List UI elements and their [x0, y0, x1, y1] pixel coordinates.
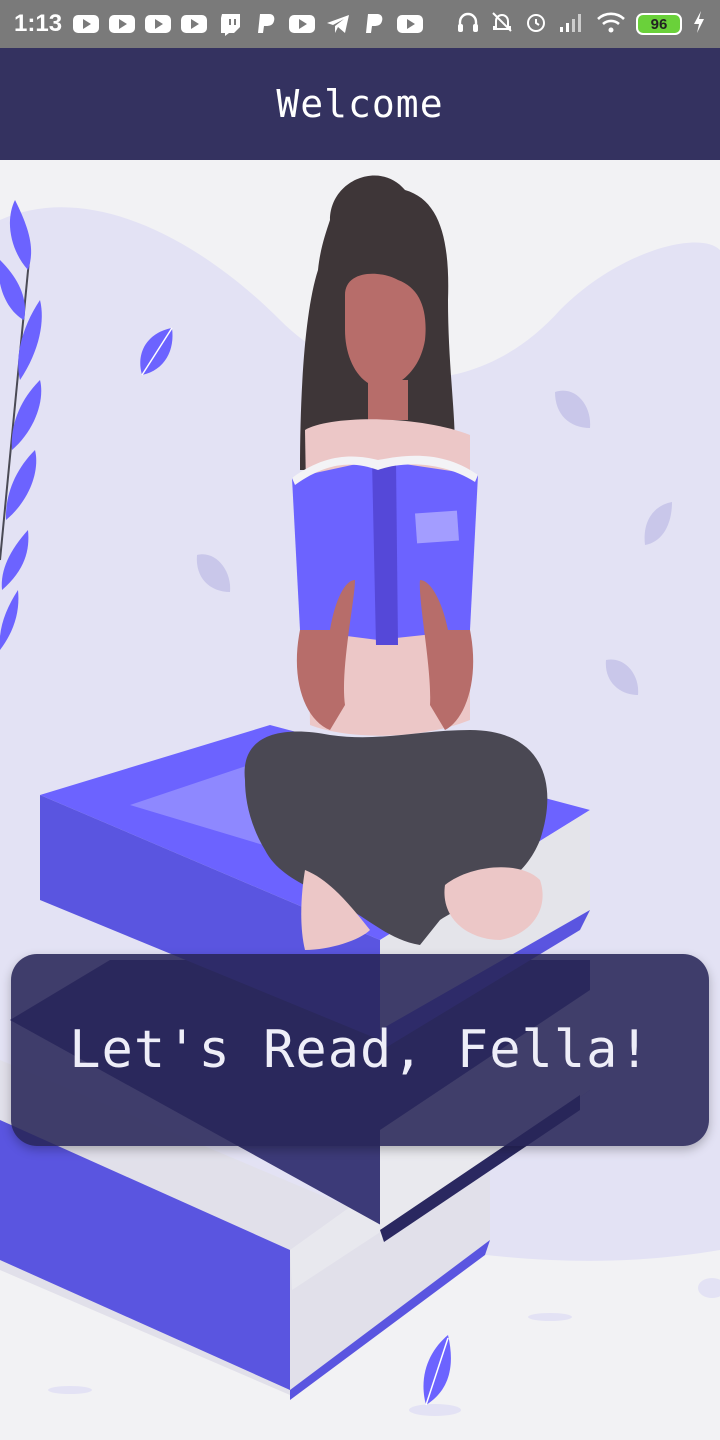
app-bar: Welcome — [0, 48, 720, 160]
youtube-icon — [396, 12, 424, 36]
headset-icon — [456, 10, 480, 39]
lets-read-button[interactable]: Let's Read, Fella! — [11, 954, 709, 1146]
charging-icon — [692, 10, 706, 39]
signal-icon — [558, 11, 586, 38]
youtube-icon — [108, 12, 136, 36]
page-title: Welcome — [276, 82, 444, 126]
status-bar: 1:13 96 — [0, 0, 720, 48]
paypal-icon — [252, 12, 280, 36]
youtube-icon — [72, 12, 100, 36]
paypal-icon — [360, 12, 388, 36]
reading-girl-illustration — [0, 175, 720, 1416]
wifi-icon — [596, 11, 626, 38]
leaf-illustration — [409, 1335, 461, 1416]
battery-icon: 96 — [636, 13, 682, 35]
youtube-icon — [144, 12, 172, 36]
status-time: 1:13 — [14, 10, 63, 37]
youtube-icon — [180, 12, 208, 36]
bell-off-icon — [490, 10, 514, 39]
notification-icons — [72, 12, 424, 36]
youtube-icon — [288, 12, 316, 36]
twitch-icon — [216, 12, 244, 36]
system-icons: 96 — [456, 10, 706, 39]
telegram-icon — [324, 12, 352, 36]
lets-read-label: Let's Read, Fella! — [69, 1020, 651, 1080]
alarm-icon — [524, 10, 548, 39]
